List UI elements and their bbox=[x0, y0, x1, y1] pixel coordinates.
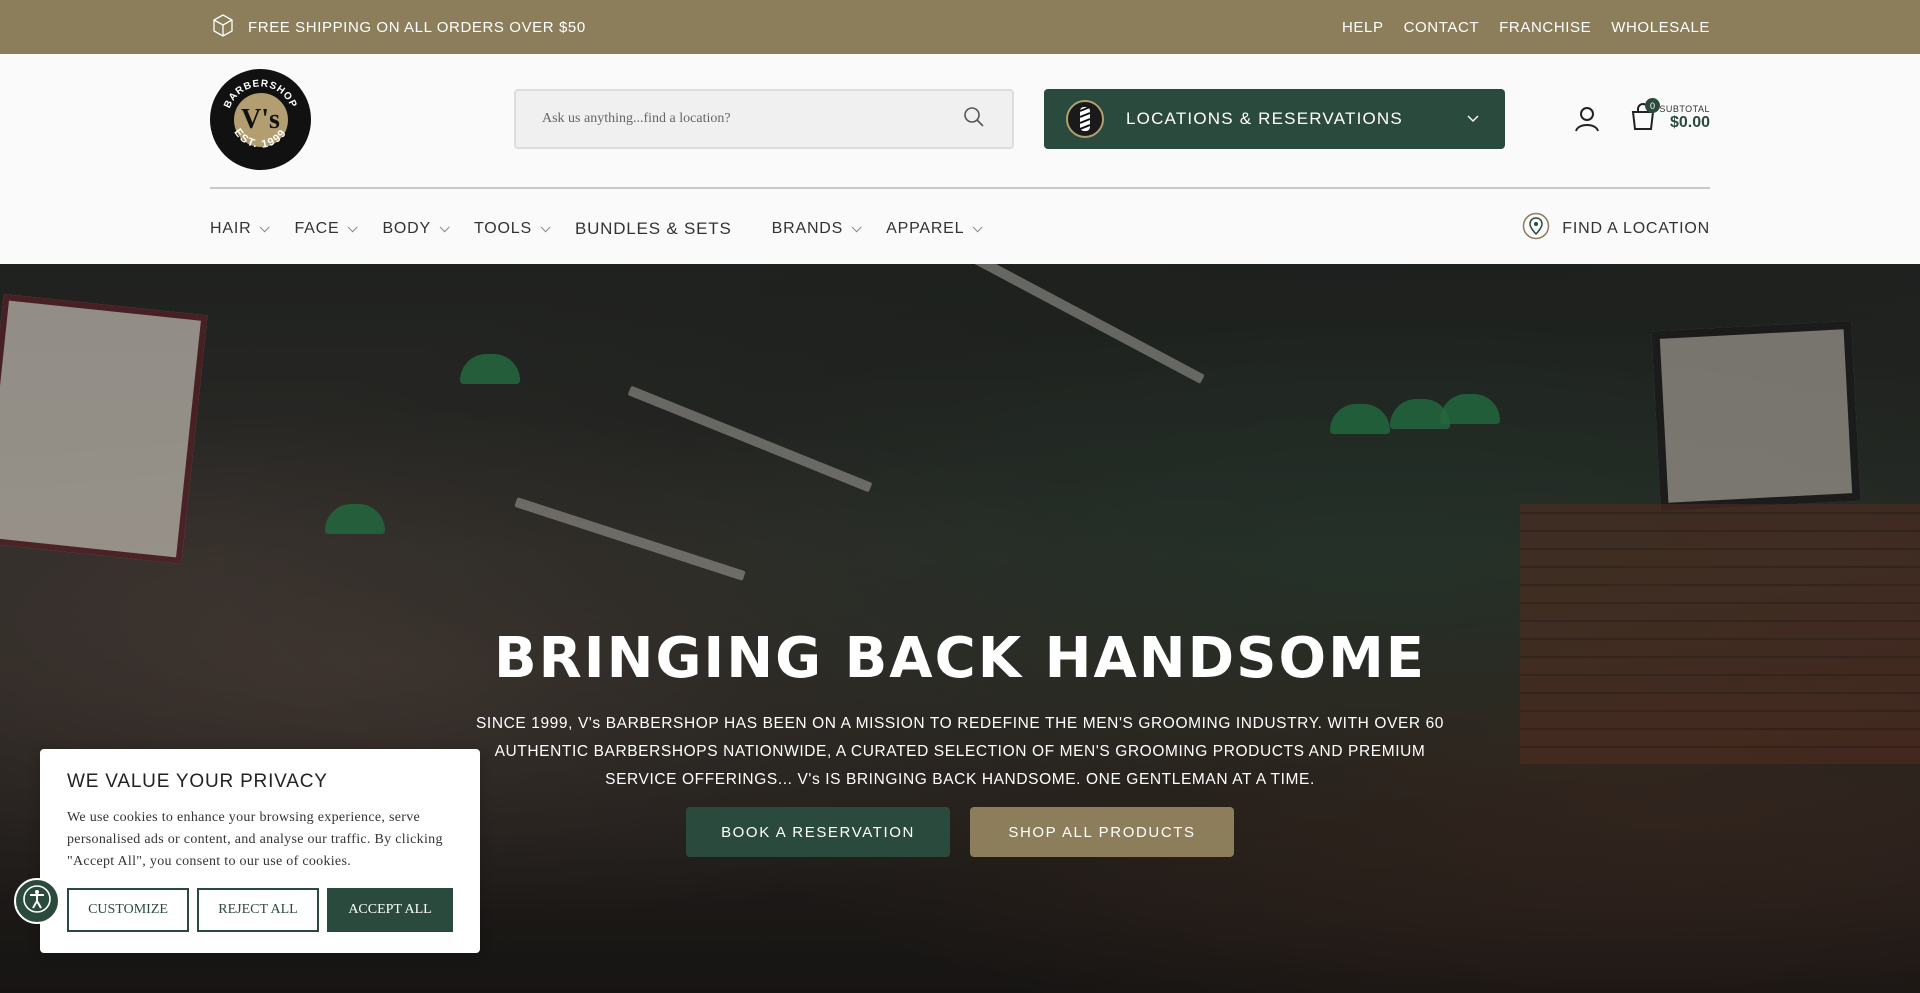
search-bar[interactable] bbox=[514, 89, 1014, 149]
box-icon bbox=[210, 12, 236, 42]
accessibility-icon bbox=[22, 884, 52, 919]
nav-item-apparel[interactable]: APPAREL bbox=[886, 220, 983, 238]
utility-links: HELP CONTACT FRANCHISE WHOLESALE bbox=[1342, 0, 1710, 54]
nav-item-label: HAIR bbox=[210, 220, 252, 237]
hero-title: BRINGING BACK HANDSOME bbox=[493, 626, 1427, 691]
site-header: BARBERSHOP EST. 1999 V's LOCATIONS & RES… bbox=[0, 54, 1920, 264]
contact-link[interactable]: CONTACT bbox=[1404, 19, 1480, 36]
cookie-consent-panel: WE VALUE YOUR PRIVACY We use cookies to … bbox=[40, 749, 480, 953]
chevron-down-icon bbox=[348, 221, 359, 232]
cart-subtotal: SUBTOTAL $0.00 bbox=[1659, 104, 1710, 132]
cookie-actions: CUSTOMIZE REJECT ALL ACCEPT ALL bbox=[67, 888, 453, 932]
find-location-label: FIND A LOCATION bbox=[1562, 219, 1710, 237]
franchise-link[interactable]: FRANCHISE bbox=[1499, 19, 1591, 36]
main-nav: HAIR FACE BODY TOOLS BUNDLES & SETS BRAN… bbox=[210, 204, 1007, 254]
shop-all-products-button[interactable]: SHOP ALL PRODUCTS bbox=[970, 807, 1234, 857]
nav-item-label: BRANDS bbox=[771, 220, 844, 237]
chevron-down-icon bbox=[540, 221, 551, 232]
svg-text:BARBERSHOP: BARBERSHOP bbox=[222, 78, 299, 110]
chevron-down-icon bbox=[439, 221, 450, 232]
book-reservation-button[interactable]: BOOK A RESERVATION bbox=[686, 807, 950, 857]
location-pin-icon bbox=[1522, 212, 1550, 245]
customize-button[interactable]: CUSTOMIZE bbox=[67, 888, 189, 932]
cookie-text: We use cookies to enhance your browsing … bbox=[67, 810, 443, 869]
nav-item-label: BUNDLES & SETS bbox=[574, 219, 732, 238]
nav-item-label: APPAREL bbox=[886, 220, 965, 237]
cookie-title: WE VALUE YOUR PRIVACY bbox=[67, 771, 328, 792]
search-input[interactable] bbox=[542, 111, 962, 127]
nav-item-hair[interactable]: HAIR bbox=[210, 220, 271, 238]
find-location-link[interactable]: FIND A LOCATION bbox=[1522, 212, 1710, 245]
nav-item-label: BODY bbox=[382, 220, 431, 237]
barber-pole-icon bbox=[1066, 100, 1104, 138]
nav-item-tools[interactable]: TOOLS bbox=[473, 220, 551, 238]
chevron-down-icon bbox=[973, 221, 983, 232]
chevron-down-icon bbox=[1467, 112, 1479, 126]
accept-all-button[interactable]: ACCEPT ALL bbox=[327, 888, 453, 932]
hero-description: SINCE 1999, V's BARBERSHOP HAS BEEN ON A… bbox=[475, 715, 1445, 788]
subtotal-label: SUBTOTAL bbox=[1659, 104, 1710, 114]
subtotal-amount: $0.00 bbox=[1669, 114, 1710, 131]
locations-reservations-button[interactable]: LOCATIONS & RESERVATIONS bbox=[1044, 89, 1505, 149]
logo-bottom-text: EST. 1999 bbox=[231, 127, 288, 151]
reject-all-button[interactable]: REJECT ALL bbox=[197, 888, 319, 932]
cart-count-badge: 0 bbox=[1645, 98, 1660, 113]
header-divider bbox=[210, 187, 1710, 189]
nav-item-bundles[interactable]: BUNDLES & SETS bbox=[575, 219, 732, 239]
shipping-text: FREE SHIPPING ON ALL ORDERS OVER $50 bbox=[248, 18, 586, 36]
shopping-bag-icon bbox=[1628, 103, 1658, 136]
brand-logo[interactable]: BARBERSHOP EST. 1999 V's bbox=[210, 69, 311, 170]
nav-item-label: TOOLS bbox=[473, 220, 532, 237]
nav-item-face[interactable]: FACE bbox=[294, 220, 359, 238]
help-link[interactable]: HELP bbox=[1342, 19, 1384, 36]
shipping-notice: FREE SHIPPING ON ALL ORDERS OVER $50 bbox=[210, 0, 586, 54]
chevron-down-icon bbox=[260, 221, 271, 232]
logo-top-text: BARBERSHOP bbox=[222, 78, 298, 110]
announcement-bar: FREE SHIPPING ON ALL ORDERS OVER $50 HEL… bbox=[0, 0, 1920, 54]
locations-button-label: LOCATIONS & RESERVATIONS bbox=[1126, 109, 1403, 128]
nav-item-body[interactable]: BODY bbox=[382, 220, 450, 238]
account-icon[interactable] bbox=[1572, 104, 1602, 134]
svg-text:EST. 1999: EST. 1999 bbox=[231, 127, 289, 151]
wholesale-link[interactable]: WHOLESALE bbox=[1611, 19, 1710, 36]
nav-item-brands[interactable]: BRANDS bbox=[771, 220, 862, 238]
nav-item-label: FACE bbox=[294, 220, 340, 237]
search-icon[interactable] bbox=[962, 105, 986, 134]
chevron-down-icon bbox=[851, 221, 862, 232]
cart-button[interactable]: 0 bbox=[1628, 98, 1660, 132]
accessibility-button[interactable] bbox=[14, 878, 60, 924]
